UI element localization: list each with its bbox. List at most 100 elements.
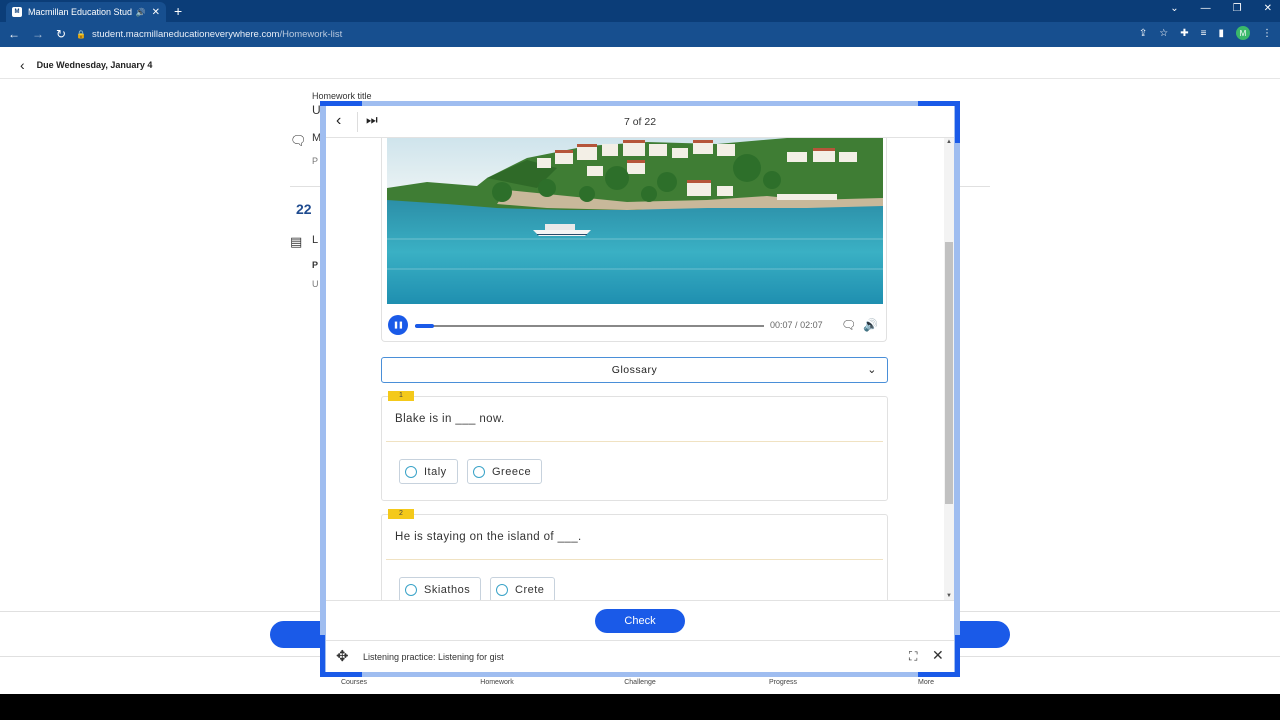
nav-courses[interactable]: Courses — [330, 679, 378, 686]
speaker-icon[interactable]: 🔊 — [136, 8, 146, 17]
island-harbour-image — [387, 138, 883, 304]
video-frame[interactable] — [387, 138, 883, 304]
side-panel-icon[interactable]: ▮ — [1218, 28, 1224, 39]
tab-close-icon[interactable]: ✕ — [152, 7, 160, 18]
frame-corner — [955, 635, 960, 677]
glossary-label: Glossary — [611, 364, 658, 376]
browser-extensions: ⇪ ☆ ✚ ≡ ▮ M ⋮ — [1139, 26, 1272, 40]
current-time: 00:07 — [770, 320, 793, 330]
time-display: 00:07 / 02:07 — [770, 320, 823, 330]
extensions-puzzle-icon[interactable]: ✚ — [1180, 28, 1188, 39]
nav-challenge[interactable]: Challenge — [616, 679, 664, 686]
modal-body: ❚❚ 00:07 / 02:07 🗨 🔊 Glossary ⌄ 1 Blake … — [326, 138, 954, 600]
nav-progress[interactable]: Progress — [759, 679, 807, 686]
question-divider — [386, 441, 883, 442]
question-card: 1 Blake is in ___ now. Italy Greece — [381, 391, 888, 501]
duration: 02:07 — [800, 320, 823, 330]
radio-icon — [496, 583, 508, 596]
message-sub: P — [312, 156, 319, 166]
check-button[interactable]: Check — [595, 609, 685, 633]
close-icon[interactable]: ✕ — [932, 647, 944, 664]
question-text: He is staying on the island of ___. — [395, 531, 582, 543]
activity-title: Listening practice: Listening for gist — [363, 652, 504, 662]
nav-buttons: ← → ↻ — [8, 27, 66, 41]
option-label: Crete — [515, 583, 545, 596]
browser-tab[interactable]: M Macmillan Education Studen 🔊 ✕ — [6, 2, 166, 22]
option-label: Skiathos — [424, 583, 471, 596]
scroll-down-icon[interactable]: ▼ — [946, 593, 952, 599]
seek-bar[interactable] — [415, 324, 764, 328]
frame-corner — [918, 672, 960, 677]
captions-icon[interactable]: 🗨 — [841, 318, 856, 332]
pause-icon[interactable]: ❚❚ — [388, 315, 408, 335]
url-host: student.macmillaneducationeverywhere.com — [91, 29, 280, 40]
modal-status-bar: ✥ Listening practice: Listening for gist… — [326, 640, 954, 672]
chevron-down-icon: ⌄ — [867, 364, 877, 376]
forward-arrow-icon[interactable]: → — [32, 27, 44, 41]
lesson-sub2: U — [312, 279, 319, 289]
reload-icon[interactable]: ↻ — [56, 27, 66, 41]
video-player: ❚❚ 00:07 / 02:07 🗨 🔊 — [381, 138, 887, 342]
lock-icon: 🔒 — [76, 30, 86, 39]
nav-more[interactable]: More — [902, 679, 950, 686]
fullscreen-icon[interactable]: ⛶ — [909, 649, 917, 664]
frame-corner — [955, 101, 960, 143]
option-greece[interactable]: Greece — [467, 459, 543, 484]
video-controls: ❚❚ 00:07 / 02:07 🗨 🔊 — [382, 312, 888, 338]
activity-counter: 7 of 22 — [623, 116, 657, 128]
frame-corner — [320, 635, 325, 677]
restore-icon[interactable]: ❐ — [1233, 3, 1242, 14]
tab-title: Macmillan Education Studen — [28, 7, 132, 17]
window-close-icon[interactable]: ✕ — [1264, 3, 1272, 14]
header-divider — [0, 78, 1280, 79]
url-path: /Homework-list — [279, 29, 343, 40]
nav-homework[interactable]: Homework — [473, 679, 521, 686]
new-tab-button[interactable]: + — [174, 3, 182, 19]
activity-count: 22 — [296, 201, 312, 217]
option-crete[interactable]: Crete — [490, 577, 556, 600]
scrollbar-thumb[interactable] — [945, 242, 953, 504]
browser-tab-bar: M Macmillan Education Studen 🔊 ✕ + ⌄ — ❐… — [0, 0, 1280, 22]
frame-corner — [320, 672, 362, 677]
menu-kebab-icon[interactable]: ⋮ — [1262, 28, 1272, 39]
option-label: Greece — [492, 465, 532, 478]
radio-icon — [405, 465, 417, 478]
share-icon[interactable]: ⇪ — [1139, 28, 1147, 39]
bookmark-star-icon[interactable]: ☆ — [1159, 28, 1168, 39]
lesson-book-icon: ▤ — [290, 234, 303, 249]
scroll-up-icon[interactable]: ▲ — [946, 139, 952, 145]
radio-icon — [473, 465, 485, 478]
minimize-icon[interactable]: — — [1201, 3, 1211, 14]
question-number: 2 — [388, 509, 414, 519]
time-separator: / — [795, 320, 798, 330]
seek-progress — [415, 324, 435, 328]
back-arrow-icon[interactable]: ← — [8, 27, 20, 41]
due-date-label: Due Wednesday, January 4 — [36, 60, 153, 70]
option-italy[interactable]: Italy — [399, 459, 458, 484]
bottom-nav: Courses Homework Challenge Progress More — [320, 679, 960, 686]
url-field[interactable]: 🔒 student.macmillaneducationeverywhere.c… — [76, 25, 1112, 44]
modal-footer: Check — [326, 600, 954, 640]
lesson-title[interactable]: L — [312, 234, 318, 246]
site-favicon-icon: M — [12, 7, 22, 17]
scrollbar[interactable]: ▲ ▼ — [944, 138, 954, 600]
question-divider — [386, 559, 883, 560]
lesson-sub: P — [312, 260, 319, 270]
option-label: Italy — [424, 465, 447, 478]
profile-avatar[interactable]: M — [1236, 26, 1250, 40]
question-number: 1 — [388, 391, 414, 401]
modal-header: ‹ ⏭ 7 of 22 — [326, 106, 954, 138]
tab-search-icon[interactable]: ⌄ — [1170, 3, 1178, 14]
glossary-dropdown[interactable]: Glossary ⌄ — [381, 357, 888, 383]
question-card: 2 He is staying on the island of ___. Sk… — [381, 509, 888, 600]
activity-modal: ‹ ⏭ 7 of 22 ❚❚ 00:07 / 02:07 🗨 🔊 Glossar… — [326, 106, 954, 672]
back-chevron-icon[interactable]: ‹ — [20, 57, 25, 73]
due-header: ‹ Due Wednesday, January 4 — [20, 57, 152, 73]
volume-icon[interactable]: 🔊 — [863, 318, 878, 332]
question-text: Blake is in ___ now. — [395, 413, 505, 425]
radio-icon — [405, 583, 417, 596]
reading-list-icon[interactable]: ≡ — [1201, 28, 1207, 39]
option-skiathos[interactable]: Skiathos — [399, 577, 482, 600]
browser-address-bar: ← → ↻ 🔒 student.macmillaneducationeveryw… — [0, 22, 1280, 47]
move-icon[interactable]: ✥ — [336, 647, 349, 665]
